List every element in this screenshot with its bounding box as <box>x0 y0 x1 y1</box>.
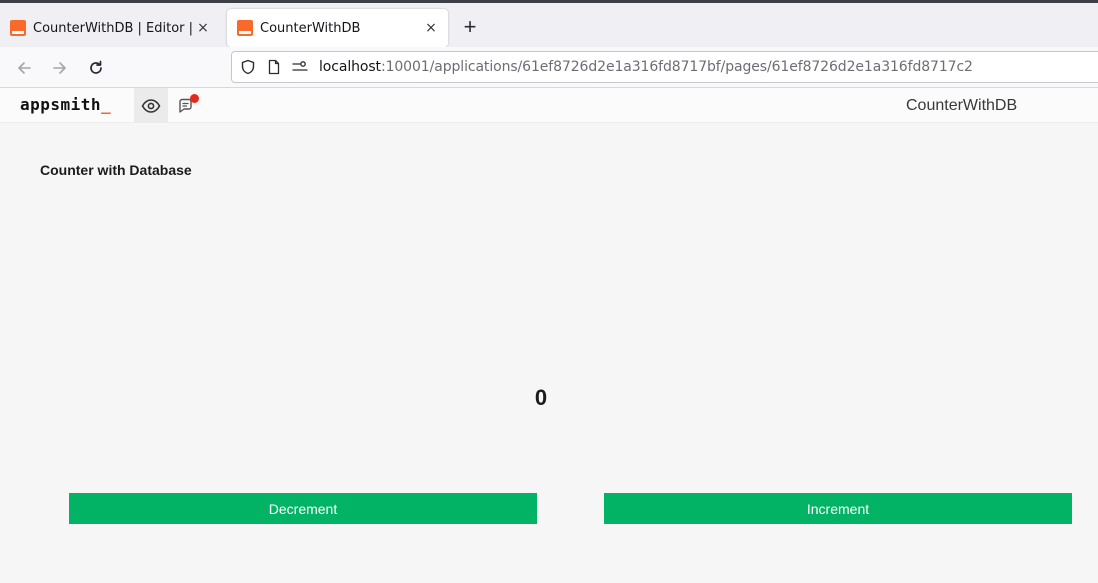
app-canvas: Counter with Database 0 Decrement Increm… <box>0 123 1098 583</box>
url-host: localhost <box>319 59 381 75</box>
appsmith-logo[interactable]: appsmith_ <box>20 95 111 114</box>
permissions-icon[interactable] <box>289 56 311 78</box>
url-path: :10001/applications/61ef8726d2e1a316fd87… <box>380 59 973 75</box>
appsmith-favicon-icon <box>237 20 253 36</box>
browser-tab-editor[interactable]: CounterWithDB | Editor | A × <box>0 9 220 47</box>
page-icon[interactable] <box>263 56 285 78</box>
tab-title: CounterWithDB | Editor | A <box>33 20 194 36</box>
browser-nav-bar: localhost:10001/applications/61ef8726d2e… <box>0 47 1098 88</box>
shield-icon[interactable] <box>237 56 259 78</box>
page-heading: Counter with Database <box>40 162 192 178</box>
new-tab-button[interactable]: + <box>458 15 482 41</box>
browser-tab-strip: CounterWithDB | Editor | A × CounterWith… <box>0 0 1098 47</box>
address-bar[interactable]: localhost:10001/applications/61ef8726d2e… <box>231 51 1098 83</box>
back-arrow-icon[interactable] <box>11 55 37 81</box>
comments-icon[interactable] <box>170 88 202 123</box>
app-name: CounterWithDB <box>906 97 1018 114</box>
app-header: appsmith_ CounterWithDB <box>0 88 1098 123</box>
counter-value: 0 <box>534 385 548 410</box>
url-text: localhost:10001/applications/61ef8726d2e… <box>319 59 973 75</box>
tab-close-icon[interactable]: × <box>194 20 212 36</box>
logo-text: appsmith <box>20 95 102 114</box>
view-mode-eye-icon[interactable] <box>134 88 168 123</box>
increment-button[interactable]: Increment <box>604 493 1072 524</box>
reload-icon[interactable] <box>83 55 109 81</box>
appsmith-favicon-icon <box>10 20 26 36</box>
tab-close-icon[interactable]: × <box>422 20 440 36</box>
browser-tab-app[interactable]: CounterWithDB × <box>227 9 448 47</box>
notification-dot <box>190 94 199 103</box>
forward-arrow-icon[interactable] <box>47 55 73 81</box>
tab-title: CounterWithDB <box>260 20 361 36</box>
decrement-button[interactable]: Decrement <box>69 493 537 524</box>
logo-underscore: _ <box>101 95 112 114</box>
